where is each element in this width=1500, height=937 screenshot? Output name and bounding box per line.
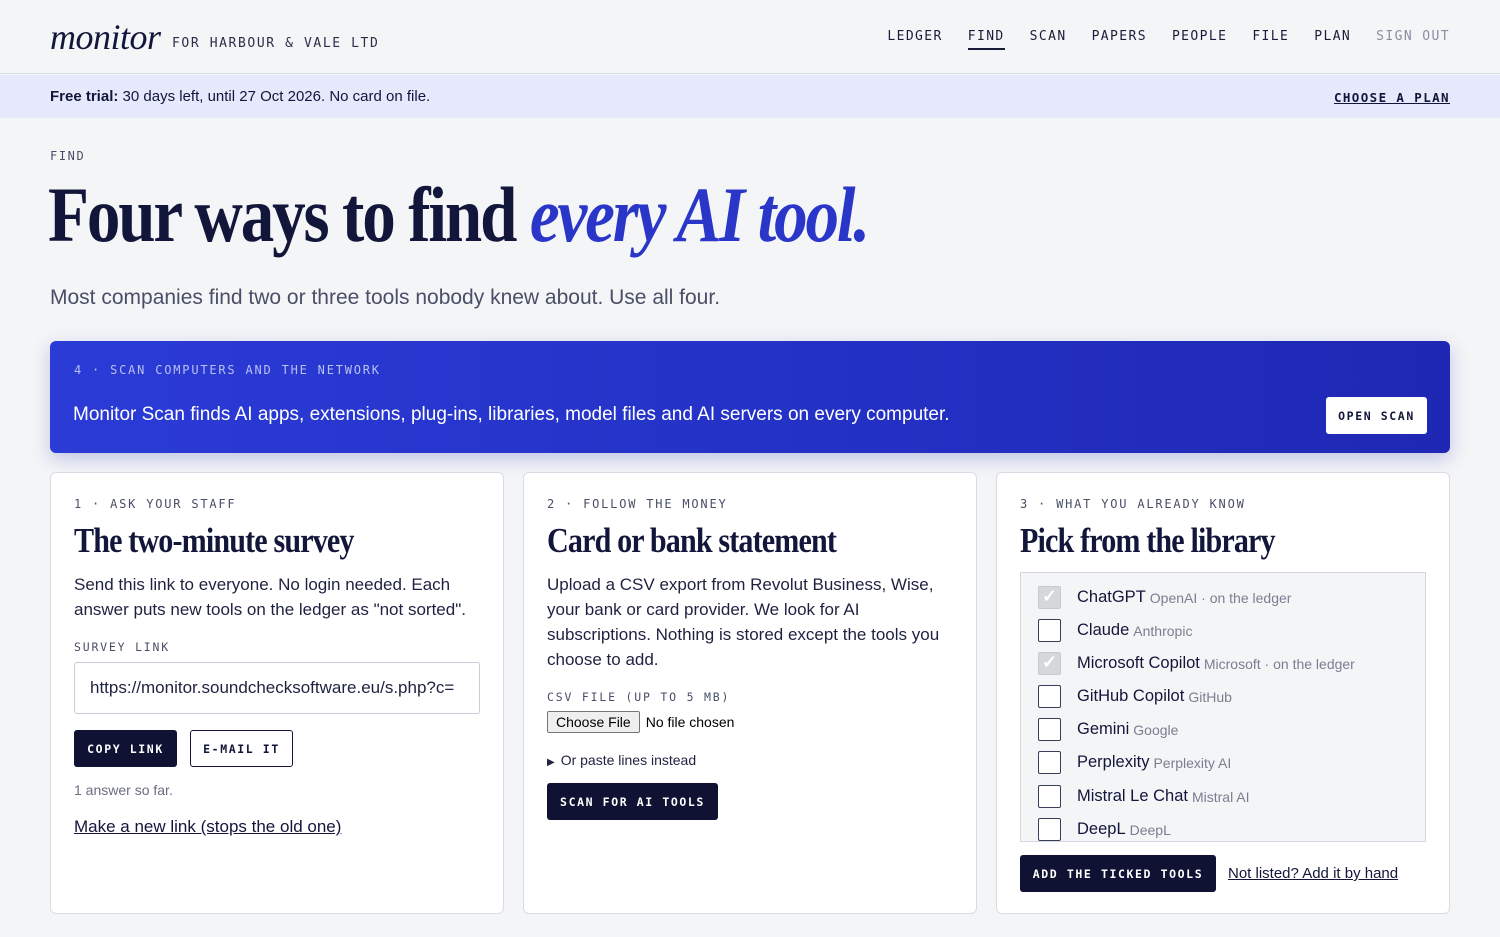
library-item-mistral[interactable]: Mistral Le Chat Mistral AI	[1038, 785, 1250, 808]
page-subtitle: Most companies find two or three tools n…	[50, 286, 721, 309]
scan-description: Monitor Scan finds AI apps, extensions, …	[73, 404, 950, 425]
library-eyebrow: 3 · WHAT YOU ALREADY KNOW	[1020, 497, 1246, 511]
scan-eyebrow: 4 · SCAN COMPUTERS AND THE NETWORK	[74, 363, 381, 377]
checkbox[interactable]	[1038, 785, 1061, 808]
tool-vendor: OpenAI · on the ledger	[1149, 589, 1292, 606]
tool-name: Perplexity	[1077, 753, 1150, 771]
tool-vendor: Anthropic	[1133, 622, 1193, 639]
tool-vendor: DeepL	[1129, 821, 1171, 838]
tool-vendor: Microsoft · on the ledger	[1203, 655, 1355, 672]
paste-lines-toggle[interactable]: ▶ Or paste lines instead	[547, 752, 696, 768]
nav-sign-out[interactable]: SIGN OUT	[1376, 29, 1450, 50]
nav-papers[interactable]: PAPERS	[1092, 29, 1147, 50]
library-item-microsoft-copilot[interactable]: Microsoft Copilot Microsoft · on the led…	[1038, 652, 1355, 675]
checkbox[interactable]	[1038, 818, 1061, 841]
checkbox[interactable]	[1038, 586, 1061, 609]
survey-title: The two-minute survey	[74, 521, 354, 560]
tool-vendor: Mistral AI	[1191, 788, 1250, 805]
library-item-gemini[interactable]: Gemini Google	[1038, 718, 1178, 741]
checkbox[interactable]	[1038, 685, 1061, 708]
tool-vendor: Google	[1133, 721, 1179, 738]
nav-file[interactable]: FILE	[1252, 29, 1289, 50]
library-item-deepl[interactable]: DeepL DeepL	[1038, 818, 1171, 841]
scan-for-ai-tools-button[interactable]: SCAN FOR AI TOOLS	[547, 783, 718, 820]
tool-vendor: Perplexity AI	[1153, 754, 1232, 771]
main-nav: LEDGER FIND SCAN PAPERS PEOPLE FILE PLAN…	[887, 29, 1450, 50]
choose-file-button[interactable]: Choose File	[547, 711, 640, 733]
trial-banner: Free trial: 30 days left, until 27 Oct 2…	[0, 75, 1500, 118]
tool-name: Mistral Le Chat	[1077, 787, 1188, 805]
nav-people[interactable]: PEOPLE	[1172, 29, 1227, 50]
nav-find[interactable]: FIND	[967, 29, 1005, 50]
checkbox[interactable]	[1038, 619, 1061, 642]
page-eyebrow: FIND	[50, 149, 86, 163]
library-title: Pick from the library	[1020, 521, 1276, 560]
new-link-link[interactable]: Make a new link (stops the old one)	[74, 817, 341, 837]
library-item-perplexity[interactable]: Perplexity Perplexity AI	[1038, 751, 1231, 774]
checkbox[interactable]	[1038, 718, 1061, 741]
survey-link-label: SURVEY LINK	[74, 640, 170, 654]
page-title-accent: every AI tool.	[529, 171, 870, 258]
survey-card: 1 · ASK YOUR STAFF The two-minute survey…	[50, 472, 504, 914]
library-item-github-copilot[interactable]: GitHub Copilot GitHub	[1038, 685, 1232, 708]
tool-name: ChatGPT	[1077, 588, 1146, 606]
scan-panel: 4 · SCAN COMPUTERS AND THE NETWORK Monit…	[50, 341, 1450, 453]
add-ticked-tools-button[interactable]: ADD THE TICKED TOOLS	[1020, 855, 1216, 892]
csv-file-label: CSV FILE (UP TO 5 MB)	[547, 690, 731, 704]
add-by-hand-link[interactable]: Not listed? Add it by hand	[1228, 865, 1398, 882]
tool-name: DeepL	[1077, 820, 1126, 838]
statement-body: Upload a CSV export from Revolut Busines…	[547, 575, 940, 669]
copy-link-button[interactable]: COPY LINK	[74, 730, 177, 767]
nav-ledger[interactable]: LEDGER	[887, 29, 942, 50]
library-item-claude[interactable]: Claude Anthropic	[1038, 619, 1192, 642]
logo[interactable]: monitor	[50, 16, 161, 58]
file-status: No file chosen	[645, 714, 735, 730]
survey-link-field[interactable]: https://monitor.soundchecksoftware.eu/s.…	[74, 662, 480, 714]
tool-name: GitHub Copilot	[1077, 687, 1185, 705]
tool-vendor: GitHub	[1188, 688, 1232, 705]
survey-link-value: https://monitor.soundchecksoftware.eu/s.…	[90, 678, 455, 697]
tool-name: Claude	[1077, 621, 1130, 639]
trial-text: Free trial: 30 days left, until 27 Oct 2…	[50, 88, 430, 105]
trial-label: Free trial:	[50, 88, 119, 105]
choose-plan-link[interactable]: CHOOSE A PLAN	[1334, 90, 1450, 105]
checkbox[interactable]	[1038, 652, 1061, 675]
paste-lines-label: Or paste lines instead	[560, 752, 697, 768]
tool-name: Gemini	[1077, 720, 1130, 738]
page-title: Four ways to find every AI tool.	[48, 170, 870, 260]
survey-eyebrow: 1 · ASK YOUR STAFF	[74, 497, 237, 511]
csv-file-input: Choose File No file chosen	[547, 711, 734, 733]
open-scan-button[interactable]: OPEN SCAN	[1326, 397, 1427, 434]
library-item-chatgpt[interactable]: ChatGPT OpenAI · on the ledger	[1038, 586, 1291, 609]
library-card: 3 · WHAT YOU ALREADY KNOW Pick from the …	[996, 472, 1450, 914]
library-list[interactable]: ChatGPT OpenAI · on the ledger Claude An…	[1020, 572, 1426, 842]
tool-name: Microsoft Copilot	[1077, 654, 1200, 672]
survey-body: Send this link to everyone. No login nee…	[74, 575, 466, 619]
statement-eyebrow: 2 · FOLLOW THE MONEY	[547, 497, 728, 511]
answer-count: 1 answer so far.	[74, 782, 173, 798]
email-it-button[interactable]: E-MAIL IT	[190, 730, 293, 767]
nav-scan[interactable]: SCAN	[1030, 29, 1067, 50]
nav-plan[interactable]: PLAN	[1314, 29, 1351, 50]
trial-details: 30 days left, until 27 Oct 2026. No card…	[118, 88, 431, 105]
statement-title: Card or bank statement	[547, 521, 837, 560]
page-title-plain: Four ways to find	[48, 171, 530, 258]
checkbox[interactable]	[1038, 751, 1061, 774]
top-bar: monitor FOR HARBOUR & VALE LTD LEDGER FI…	[0, 0, 1500, 74]
org-name: FOR HARBOUR & VALE LTD	[172, 36, 380, 51]
disclosure-triangle-icon: ▶	[547, 757, 555, 768]
statement-card: 2 · FOLLOW THE MONEY Card or bank statem…	[523, 472, 977, 914]
